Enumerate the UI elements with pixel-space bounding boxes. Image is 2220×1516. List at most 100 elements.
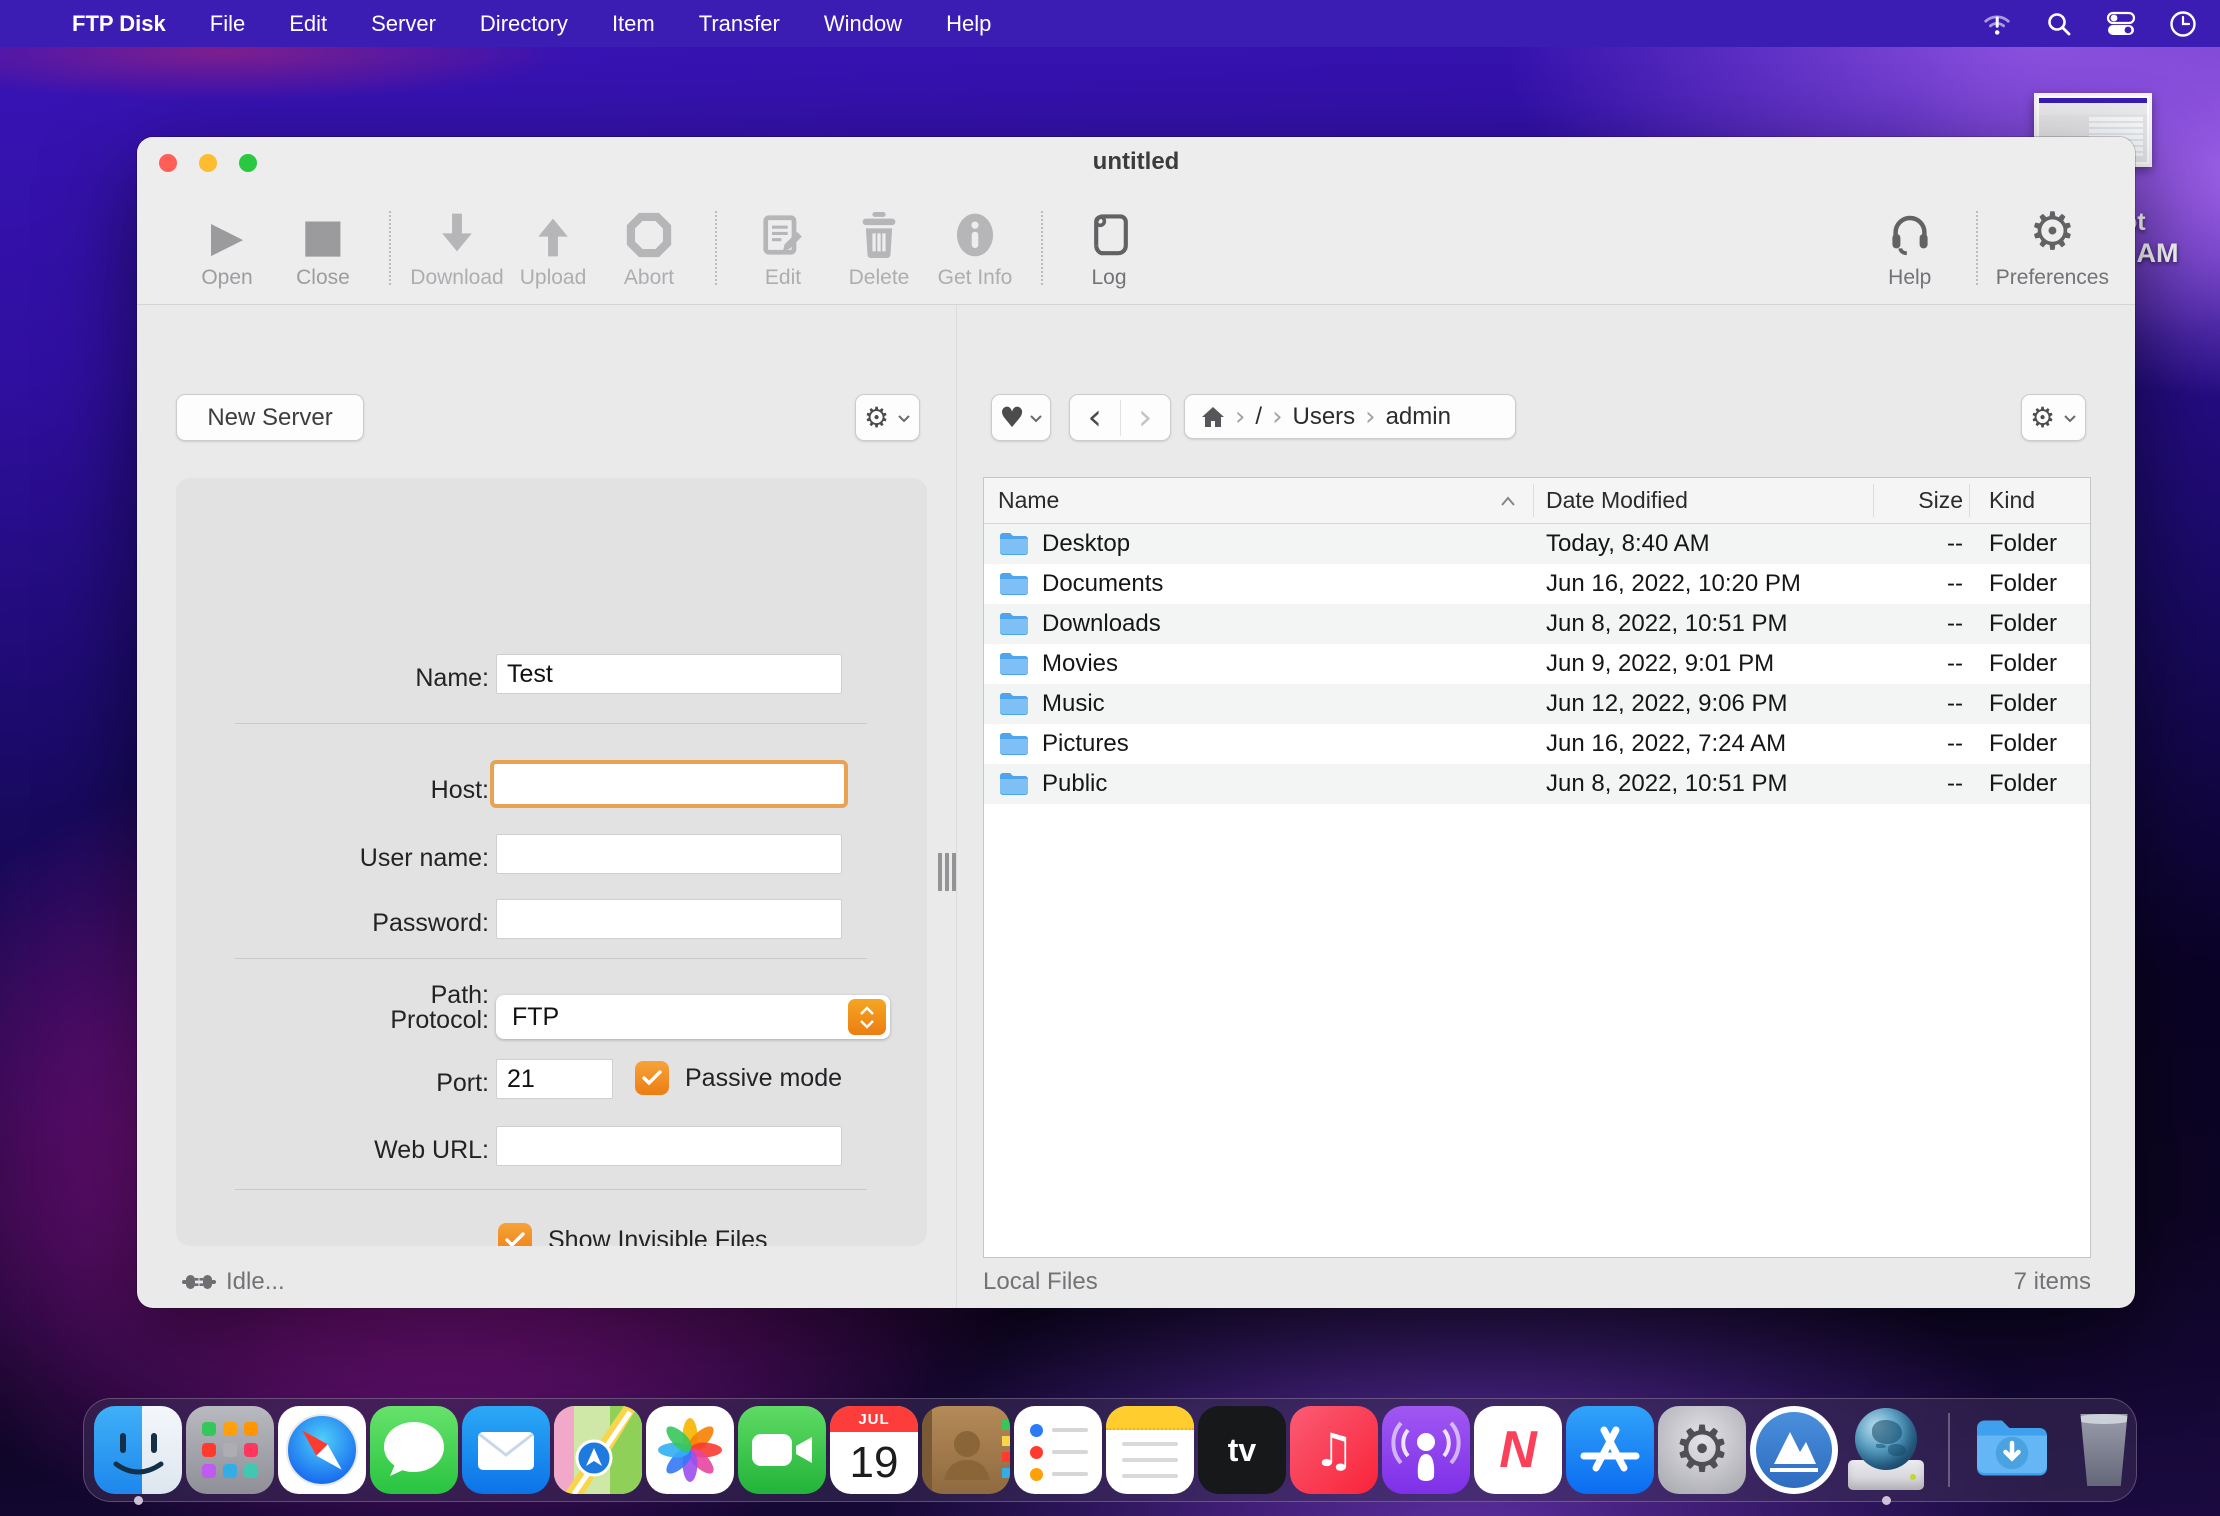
web-url-field[interactable] <box>496 1126 842 1166</box>
app-menu[interactable]: FTP Disk <box>72 11 166 37</box>
breadcrumb-admin[interactable]: admin <box>1386 403 1451 431</box>
wifi-alert-icon[interactable] <box>1982 9 2012 39</box>
dock-appstore-icon[interactable] <box>1566 1406 1654 1494</box>
server-actions-menu-button[interactable]: ⚙ <box>855 394 920 441</box>
upload-button[interactable]: Upload <box>505 198 601 298</box>
file-row-downloads[interactable]: DownloadsJun 8, 2022, 10:51 PM --Folder <box>984 604 2090 644</box>
file-row-movies[interactable]: MoviesJun 9, 2022, 9:01 PM --Folder <box>984 644 2090 684</box>
open-button[interactable]: ▶ Open <box>179 198 275 298</box>
folder-icon <box>998 611 1030 637</box>
user-name-field[interactable] <box>496 834 842 874</box>
passive-mode-checkbox[interactable] <box>635 1061 669 1095</box>
download-button[interactable]: Download <box>409 198 505 298</box>
dock-trash-icon[interactable] <box>2060 1406 2148 1494</box>
column-header-kind[interactable]: Kind <box>1989 478 2035 523</box>
dock-finder-icon[interactable] <box>94 1406 182 1494</box>
connection-status: Idle... <box>182 1268 285 1296</box>
file-row-desktop[interactable]: DesktopToday, 8:40 AM --Folder <box>984 524 2090 564</box>
column-header-date[interactable]: Date Modified <box>1546 478 1688 523</box>
news-label: N <box>1474 1406 1562 1494</box>
port-field[interactable]: 21 <box>496 1059 613 1099</box>
forward-button[interactable]: › <box>1121 400 1171 436</box>
passive-mode-label: Passive mode <box>685 1064 842 1093</box>
password-field[interactable] <box>496 899 842 939</box>
menu-directory[interactable]: Directory <box>480 11 568 37</box>
delete-button[interactable]: Delete <box>831 198 927 298</box>
info-icon <box>955 206 995 258</box>
folder-icon <box>998 731 1030 757</box>
name-field[interactable]: Test <box>496 654 842 694</box>
back-button[interactable]: ‹ <box>1070 400 1121 436</box>
menu-window[interactable]: Window <box>824 11 902 37</box>
abort-button[interactable]: Abort <box>601 198 697 298</box>
dock-notes-icon[interactable] <box>1106 1406 1194 1494</box>
host-field[interactable] <box>490 760 848 808</box>
dock-calendar-icon[interactable]: JUL 19 <box>830 1406 918 1494</box>
edit-button[interactable]: Edit <box>735 198 831 298</box>
column-header-size[interactable]: Size <box>1873 478 1963 523</box>
get-info-button[interactable]: Get Info <box>927 198 1023 298</box>
name-label: Name: <box>214 664 489 693</box>
search-icon[interactable] <box>2044 9 2074 39</box>
status-bar: Idle... Local Files 7 items <box>137 1258 2135 1308</box>
folder-icon <box>998 771 1030 797</box>
dock-music-icon[interactable]: ♫ <box>1290 1406 1378 1494</box>
home-icon[interactable] <box>1201 406 1225 428</box>
file-row-pictures[interactable]: PicturesJun 16, 2022, 7:24 AM --Folder <box>984 724 2090 764</box>
preferences-button[interactable]: ⚙ Preferences <box>1996 198 2109 298</box>
dock-reminders-icon[interactable] <box>1014 1406 1102 1494</box>
dock-facetime-icon[interactable] <box>738 1406 826 1494</box>
menu-help[interactable]: Help <box>946 11 991 37</box>
new-server-button[interactable]: New Server <box>176 394 364 441</box>
dock-messages-icon[interactable] <box>370 1406 458 1494</box>
breadcrumb-users[interactable]: Users <box>1292 403 1355 431</box>
menu-item[interactable]: Item <box>612 11 655 37</box>
calendar-month: JUL <box>830 1406 918 1432</box>
menu-server[interactable]: Server <box>371 11 436 37</box>
toolbar: ▶ Open ■ Close Download Upload Abort <box>137 191 2135 304</box>
play-icon: ▶ <box>211 206 243 258</box>
clock-icon[interactable] <box>2168 9 2198 39</box>
menu-transfer[interactable]: Transfer <box>699 11 780 37</box>
column-header-name[interactable]: Name <box>998 478 1059 523</box>
close-button[interactable]: ■ Close <box>275 198 371 298</box>
octagon-stop-icon <box>626 206 672 258</box>
file-actions-menu-button[interactable]: ⚙ <box>2021 394 2086 441</box>
upload-arrow-icon <box>533 206 573 258</box>
appletv-label: tv <box>1198 1406 1286 1494</box>
server-form: Name: Test Host: User name: Password: Pa… <box>176 478 927 1246</box>
dock-settings-icon[interactable]: ⚙ <box>1658 1406 1746 1494</box>
menu-edit[interactable]: Edit <box>289 11 327 37</box>
headphones-icon <box>1887 206 1933 258</box>
show-invisible-checkbox[interactable] <box>498 1223 532 1246</box>
help-button[interactable]: Help <box>1862 198 1958 298</box>
favorites-menu-button[interactable]: ♥ <box>991 394 1051 441</box>
dock-appletv-icon[interactable]: tv <box>1198 1406 1286 1494</box>
folder-icon <box>998 691 1030 717</box>
dock-podcasts-icon[interactable] <box>1382 1406 1470 1494</box>
dock-photos-icon[interactable] <box>646 1406 734 1494</box>
dock-safari-icon[interactable] <box>278 1406 366 1494</box>
ftp-disk-window: untitled ▶ Open ■ Close Download Upload <box>137 137 2135 1308</box>
file-row-public[interactable]: PublicJun 8, 2022, 10:51 PM --Folder <box>984 764 2090 804</box>
file-row-music[interactable]: MusicJun 12, 2022, 9:06 PM --Folder <box>984 684 2090 724</box>
control-center-icon[interactable] <box>2106 9 2136 39</box>
log-scroll-icon <box>1088 206 1130 258</box>
log-button[interactable]: Log <box>1061 198 1157 298</box>
menu-file[interactable]: File <box>210 11 245 37</box>
disconnected-plug-icon <box>182 1273 216 1291</box>
file-row-documents[interactable]: DocumentsJun 16, 2022, 10:20 PM --Folder <box>984 564 2090 604</box>
breadcrumb-root[interactable]: / <box>1255 403 1262 431</box>
dock-launchpad-icon[interactable] <box>186 1406 274 1494</box>
dock-ftp-disk-icon[interactable] <box>1842 1406 1930 1494</box>
panel-splitter-handle[interactable] <box>938 853 956 891</box>
dock-news-icon[interactable]: N <box>1474 1406 1562 1494</box>
dock-downloads-icon[interactable] <box>1968 1406 2056 1494</box>
dock-mountain-app-icon[interactable] <box>1750 1406 1838 1494</box>
protocol-select[interactable]: FTP <box>496 995 890 1039</box>
breadcrumb: › / › Users › admin <box>1184 394 1516 439</box>
dock-contacts-icon[interactable] <box>922 1406 1010 1494</box>
gear-icon: ⚙ <box>2030 404 2055 432</box>
dock-mail-icon[interactable] <box>462 1406 550 1494</box>
dock-maps-icon[interactable] <box>554 1406 642 1494</box>
